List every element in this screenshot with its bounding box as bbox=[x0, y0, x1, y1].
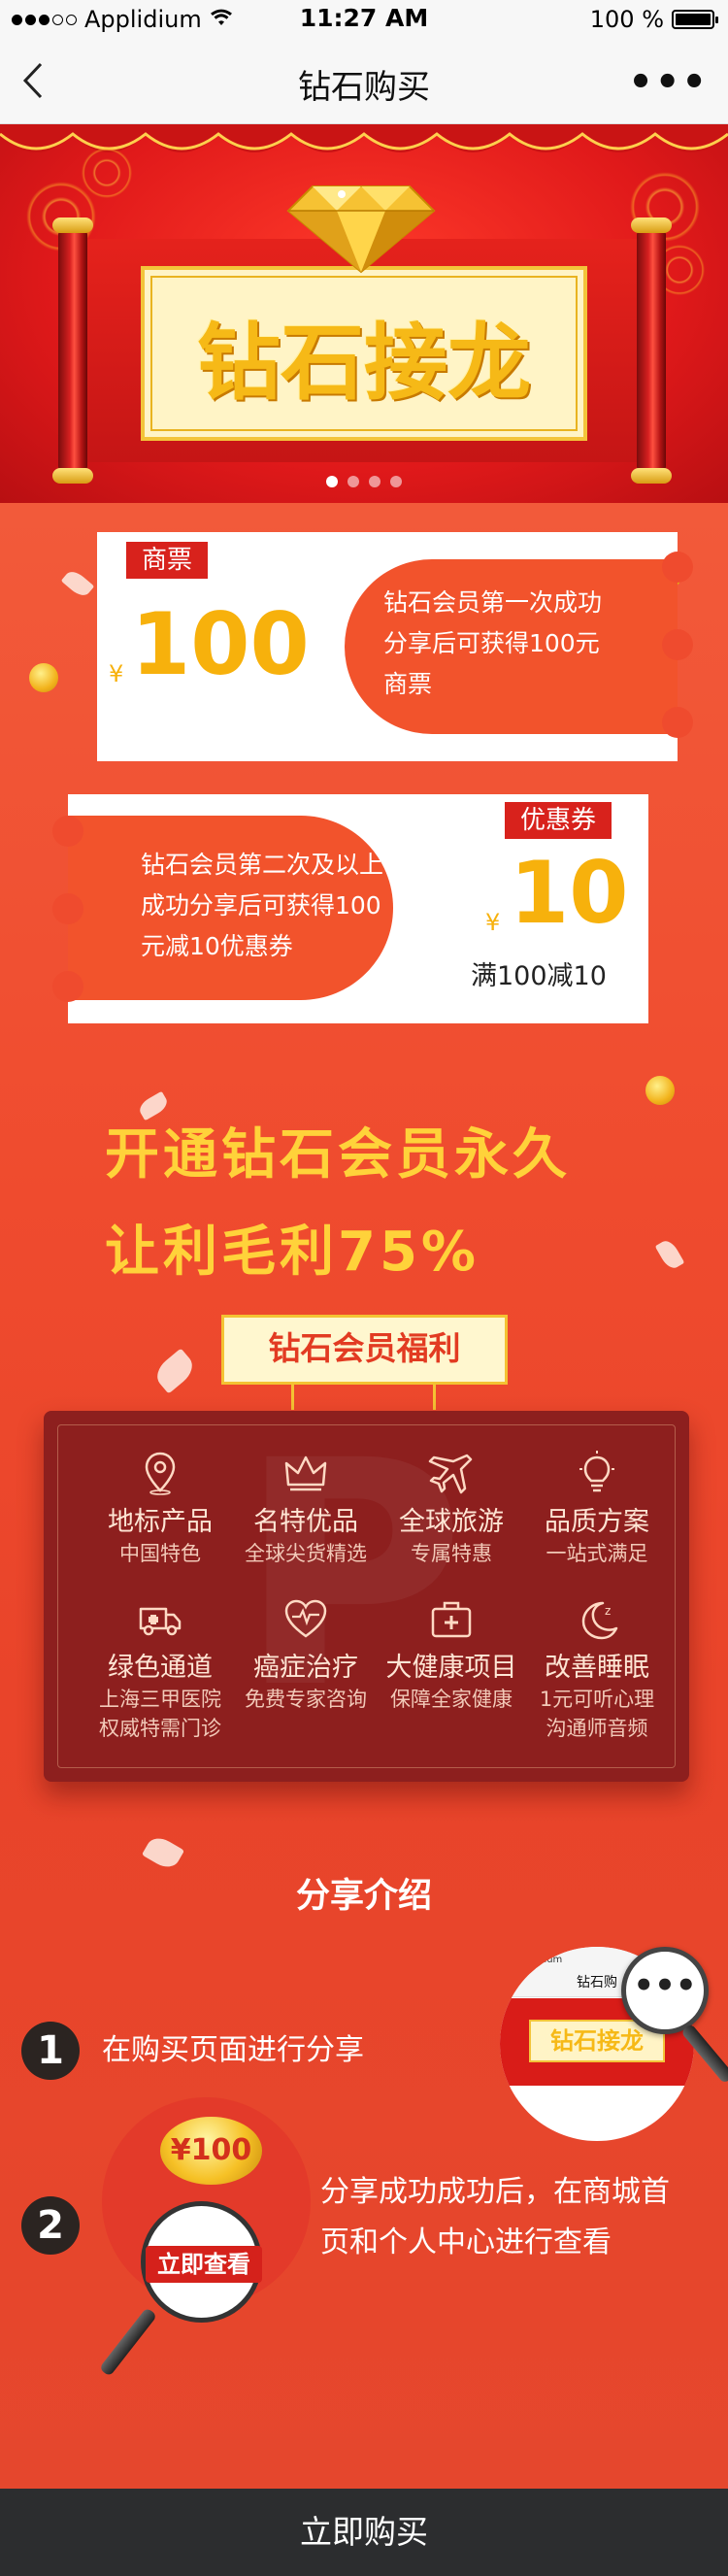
coin-decoration bbox=[645, 1076, 675, 1105]
benefit-item[interactable]: 地标产品 中国特色 bbox=[83, 1450, 238, 1567]
coupon-notch bbox=[52, 816, 83, 847]
benefit-desc: 专属特惠 bbox=[411, 1542, 492, 1565]
scroll-rod-right bbox=[631, 217, 672, 484]
benefit-title: 地标产品 bbox=[108, 1507, 213, 1537]
headline-line: 开通钻石会员永久 bbox=[105, 1123, 571, 1187]
buy-now-button[interactable]: 立即购买 bbox=[0, 2489, 728, 2576]
benefit-title: 大健康项目 bbox=[385, 1653, 517, 1683]
first-aid-kit-icon bbox=[431, 1601, 472, 1638]
navigation-bar: 钻石购买 ••• bbox=[0, 39, 728, 124]
pager-dot[interactable] bbox=[390, 476, 402, 487]
benefit-title: 绿色通道 bbox=[108, 1653, 213, 1683]
benefit-item[interactable]: z 改善睡眠 1元可听心理 沟通师音频 bbox=[519, 1595, 675, 1742]
benefit-desc: 沟通师音频 bbox=[546, 1717, 648, 1740]
benefit-item[interactable]: 大健康项目 保障全家健康 bbox=[374, 1595, 529, 1713]
promo-headline: 开通钻石会员永久 让利毛利75% bbox=[105, 1107, 648, 1301]
battery-group: 100 % bbox=[589, 6, 718, 33]
coupon-description: 钻石会员第二次及以上 成功分享后可获得100 元减10优惠券 bbox=[68, 816, 393, 1000]
benefit-item[interactable]: 全球旅游 专属特惠 bbox=[374, 1450, 529, 1567]
firework-decoration bbox=[68, 134, 146, 212]
view-now-button[interactable]: 立即查看 bbox=[146, 2246, 262, 2283]
promo-banner[interactable]: 钻石接龙 bbox=[0, 124, 728, 503]
coupon-description: 钻石会员第一次成功 分享后可获得100元 商票 bbox=[345, 559, 678, 734]
benefit-desc: 权威特需门诊 bbox=[99, 1717, 221, 1740]
pager-dot[interactable] bbox=[369, 476, 381, 487]
coupon-notch bbox=[662, 629, 693, 660]
coupon-notch bbox=[52, 971, 83, 1002]
coupon-notch bbox=[662, 552, 693, 583]
headline-line: 让利毛利75% bbox=[105, 1221, 480, 1284]
moon-sleep-icon: z bbox=[581, 1601, 618, 1640]
step-text: 在购买页面进行分享 bbox=[102, 2033, 364, 2067]
benefit-title: 全球旅游 bbox=[399, 1507, 504, 1537]
benefit-item[interactable]: 名特优品 全球尖货精选 bbox=[228, 1450, 383, 1567]
benefit-desc: 上海三甲医院 bbox=[99, 1688, 221, 1711]
coupon-tag: 优惠券 bbox=[505, 802, 612, 839]
coupon-merchant-ticket[interactable]: 商票 ¥ 100 钻石会员第一次成功 分享后可获得100元 商票 bbox=[97, 532, 693, 761]
pager-dot[interactable] bbox=[326, 476, 338, 487]
airplane-icon bbox=[428, 1454, 473, 1494]
coupon-notch bbox=[662, 707, 693, 738]
benefit-title: 名特优品 bbox=[253, 1507, 358, 1537]
coin-reward-icon: ¥100 bbox=[160, 2117, 262, 2185]
banner-title: 钻石接龙 bbox=[197, 315, 531, 412]
coupon-description-line: 元减10优惠券 bbox=[141, 932, 293, 960]
step-number: 2 bbox=[21, 2196, 80, 2255]
benefit-desc: 一站式满足 bbox=[546, 1542, 648, 1565]
benefit-desc: 免费专家咨询 bbox=[245, 1688, 367, 1711]
battery-icon bbox=[672, 10, 718, 29]
benefit-title: 癌症治疗 bbox=[253, 1653, 358, 1683]
diamond-icon bbox=[286, 185, 436, 274]
svg-text:z: z bbox=[605, 1604, 611, 1618]
pager-dot[interactable] bbox=[347, 476, 359, 487]
benefit-title: 品质方案 bbox=[545, 1507, 649, 1537]
coupon-discount[interactable]: 钻石会员第二次及以上 成功分享后可获得100 元减10优惠券 优惠券 ¥ 10 … bbox=[52, 794, 648, 1023]
coupon-description-line: 成功分享后可获得100 bbox=[141, 891, 381, 920]
heart-pulse-icon bbox=[284, 1599, 327, 1638]
status-bar: Applidium 11:27 AM 100 % bbox=[0, 0, 728, 39]
currency-symbol: ¥ bbox=[485, 909, 501, 936]
benefit-item[interactable]: 品质方案 一站式满足 bbox=[519, 1450, 675, 1567]
location-pin-icon bbox=[145, 1452, 176, 1495]
benefits-panel: P 地标产品 中国特色 名特优品 全球尖货精选 全球旅游 专属特惠 品质方案 一… bbox=[44, 1411, 689, 1782]
battery-percent: 100 % bbox=[589, 6, 664, 33]
share-section-title: 分享介绍 bbox=[295, 1877, 432, 1916]
crown-icon bbox=[284, 1455, 327, 1491]
coupon-notch bbox=[52, 893, 83, 924]
currency-symbol: ¥ bbox=[109, 660, 124, 687]
step-text: 分享成功成功后，在商城首 页和个人中心进行查看 bbox=[320, 2167, 670, 2268]
benefit-desc: 中国特色 bbox=[119, 1542, 201, 1565]
coupon-description-line: 钻石会员第二次及以上 bbox=[141, 851, 384, 879]
magnifier-more-text: ••• bbox=[633, 1966, 697, 2005]
ambulance-icon bbox=[139, 1607, 182, 1636]
welfare-badge: 钻石会员福利 bbox=[221, 1315, 508, 1385]
coupon-description-line: 钻石会员第一次成功 bbox=[383, 588, 603, 617]
coupon-tag: 商票 bbox=[126, 542, 209, 579]
step-text-line: 页和个人中心进行查看 bbox=[320, 2225, 612, 2259]
coupon-description-line: 商票 bbox=[383, 670, 433, 698]
benefit-desc: 1元可听心理 bbox=[539, 1688, 655, 1711]
benefit-item[interactable]: 绿色通道 上海三甲医院 权威特需门诊 bbox=[83, 1595, 238, 1742]
lightbulb-icon bbox=[579, 1451, 614, 1492]
benefit-title: 改善睡眠 bbox=[545, 1653, 649, 1683]
preview-carrier: Applidium bbox=[513, 1955, 563, 1965]
coin-decoration bbox=[29, 663, 58, 692]
benefit-item[interactable]: 癌症治疗 免费专家咨询 bbox=[228, 1595, 383, 1713]
coupon-condition: 满100减10 bbox=[471, 961, 607, 991]
scroll-rod-left bbox=[52, 217, 93, 484]
coupon-description-line: 分享后可获得100元 bbox=[383, 629, 600, 657]
step-text-line: 分享成功成功后，在商城首 bbox=[320, 2175, 670, 2209]
step-number: 1 bbox=[21, 2022, 80, 2080]
banner-pager[interactable] bbox=[0, 476, 728, 487]
magnifier-icon: ••• bbox=[621, 1947, 709, 2034]
benefit-desc: 保障全家健康 bbox=[390, 1688, 513, 1711]
coupon-amount: 10 bbox=[510, 843, 629, 943]
benefit-desc: 全球尖货精选 bbox=[245, 1542, 367, 1565]
preview-title: 钻石购 bbox=[577, 1975, 617, 1991]
coupon-amount: 100 bbox=[131, 594, 310, 694]
more-dots-icon[interactable]: ••• bbox=[628, 60, 709, 105]
page-title: 钻石购买 bbox=[298, 68, 430, 107]
